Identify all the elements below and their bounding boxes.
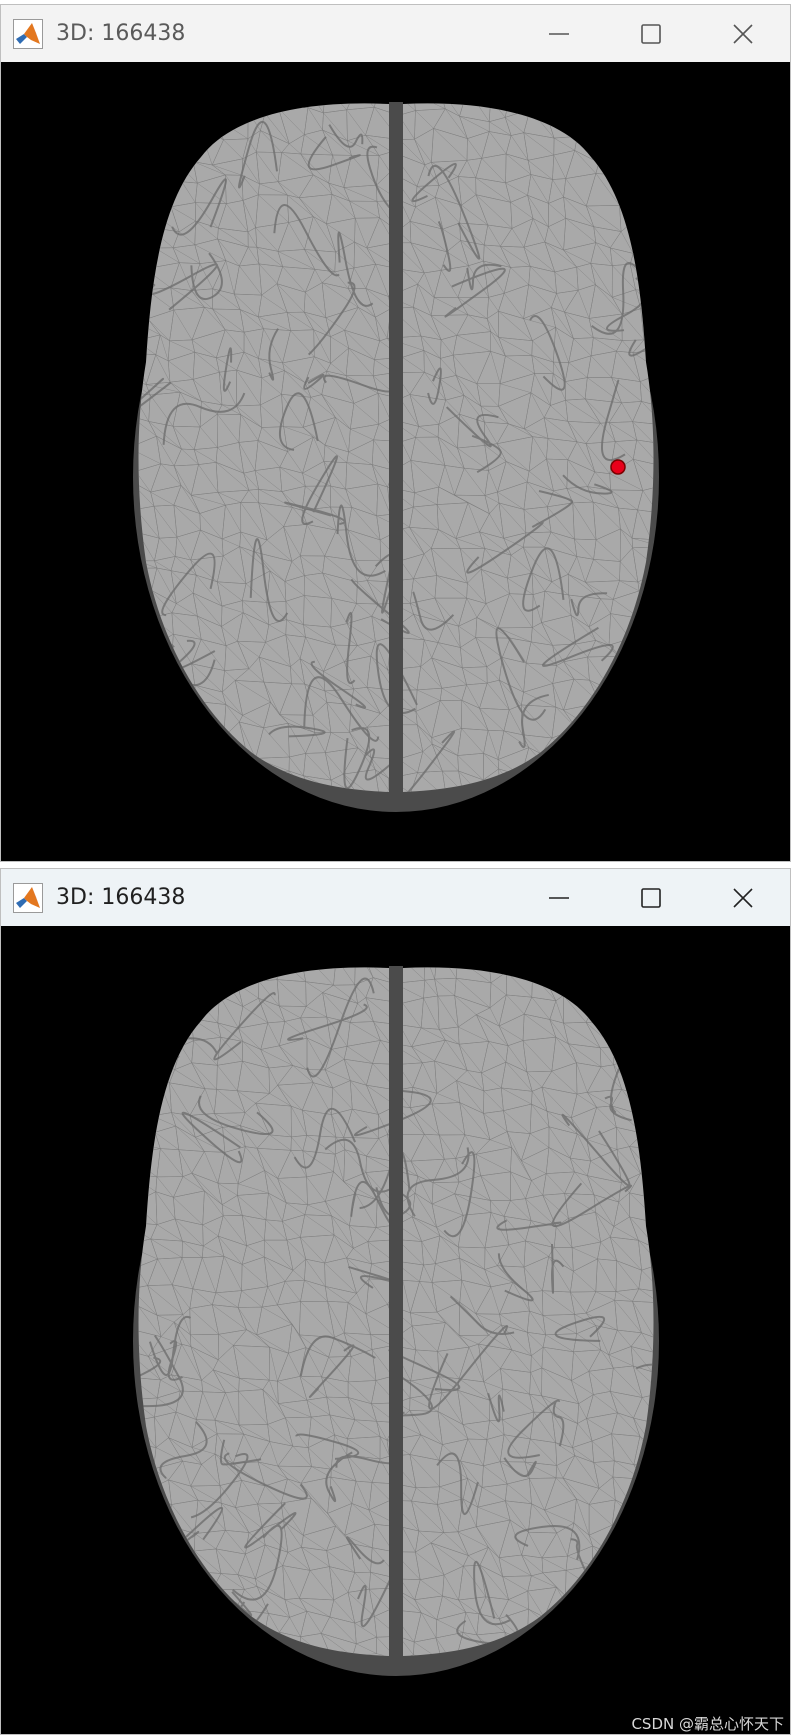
close-icon: [733, 23, 753, 44]
matlab-icon: [13, 883, 43, 913]
longitudinal-fissure: [389, 966, 403, 1658]
maximize-button[interactable]: [605, 5, 697, 62]
maximize-button[interactable]: [605, 869, 697, 926]
brain-mesh-plot[interactable]: [1, 62, 791, 862]
close-button[interactable]: [697, 869, 789, 926]
title-bar[interactable]: 3D: 166438: [1, 869, 790, 926]
3d-plot-canvas[interactable]: CSDN @霸总心怀天下: [1, 926, 791, 1735]
minimize-button[interactable]: [513, 5, 605, 62]
maximize-icon: [641, 887, 661, 908]
3d-plot-canvas[interactable]: [1, 62, 791, 862]
longitudinal-fissure: [389, 102, 403, 794]
matlab-icon: [13, 19, 43, 49]
figure-window-2: 3D: 166438 CSDN @霸总心怀天下: [0, 868, 791, 1735]
minimize-icon: [549, 32, 569, 35]
maximize-icon: [641, 23, 661, 44]
figure-window-1: 3D: 166438: [0, 4, 791, 862]
minimize-button[interactable]: [513, 869, 605, 926]
close-icon: [733, 887, 753, 908]
brain-mesh-plot[interactable]: [1, 926, 791, 1735]
selected-point-marker[interactable]: [610, 459, 626, 475]
minimize-icon: [549, 896, 569, 899]
title-bar[interactable]: 3D: 166438: [1, 5, 790, 62]
window-title: 3D: 166438: [56, 885, 186, 910]
close-button[interactable]: [697, 5, 789, 62]
window-title: 3D: 166438: [56, 21, 186, 46]
watermark-text: CSDN @霸总心怀天下: [631, 1715, 784, 1733]
